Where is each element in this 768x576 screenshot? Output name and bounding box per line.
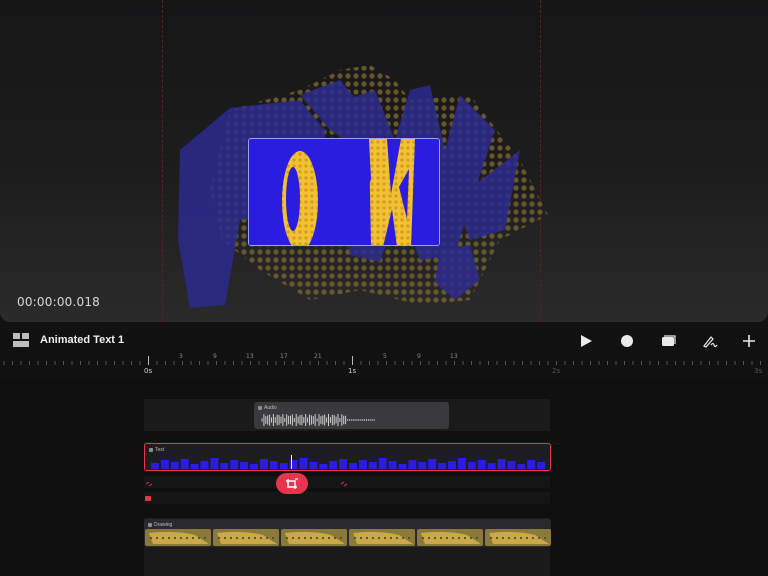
crop-icon [286,477,298,489]
keyframe-link-icon[interactable] [340,481,348,487]
draw-icon [703,336,718,348]
play-button[interactable] [576,331,596,351]
ruler-second-label: 1s [348,367,357,375]
layers-icon[interactable] [13,333,29,347]
ruler-minor-label: 9 [213,353,217,360]
selected-text-object[interactable] [248,138,440,246]
ruler-minor-label: 13 [450,353,458,360]
audio-waveform [261,414,375,426]
timecode: 00:00:00.018 [17,295,101,309]
ruler-minor-label: 5 [383,353,387,360]
keyframe-track-2 [144,492,550,504]
text-clip-thumbnails [151,458,546,469]
canvas-preview[interactable]: 00:00:00.018 [0,0,768,322]
ruler-minor-label: 21 [314,353,322,360]
ruler-minor-label: 13 [246,353,254,360]
keyframe-link-icon[interactable] [145,481,153,487]
draw-button[interactable] [700,331,720,351]
add-button[interactable] [739,331,759,351]
project-title[interactable]: Animated Text 1 [40,334,124,346]
audio-clip[interactable]: Audio [254,402,449,429]
drawing-clip[interactable]: Drawing [144,519,551,547]
play-icon [581,335,592,347]
ruler-second-label: 3s [754,367,763,375]
drawing-clip-thumbnails [145,529,551,546]
ruler-minor-label: 17 [280,353,288,360]
media-button[interactable] [659,331,679,351]
text-object-content [249,139,439,245]
record-icon [621,335,633,347]
ruler-minor-label: 9 [417,353,421,360]
playhead[interactable] [291,455,292,469]
ruler-second-label: 2s [552,367,561,375]
add-icon [743,335,755,347]
keyframe-marker[interactable] [145,496,151,501]
text-clip[interactable]: Text [144,443,551,471]
record-button[interactable] [617,331,637,351]
ruler-minor-label: 3 [179,353,183,360]
media-icon [662,335,676,346]
ruler-second-label: 0s [144,367,153,375]
crop-button[interactable] [276,473,308,494]
